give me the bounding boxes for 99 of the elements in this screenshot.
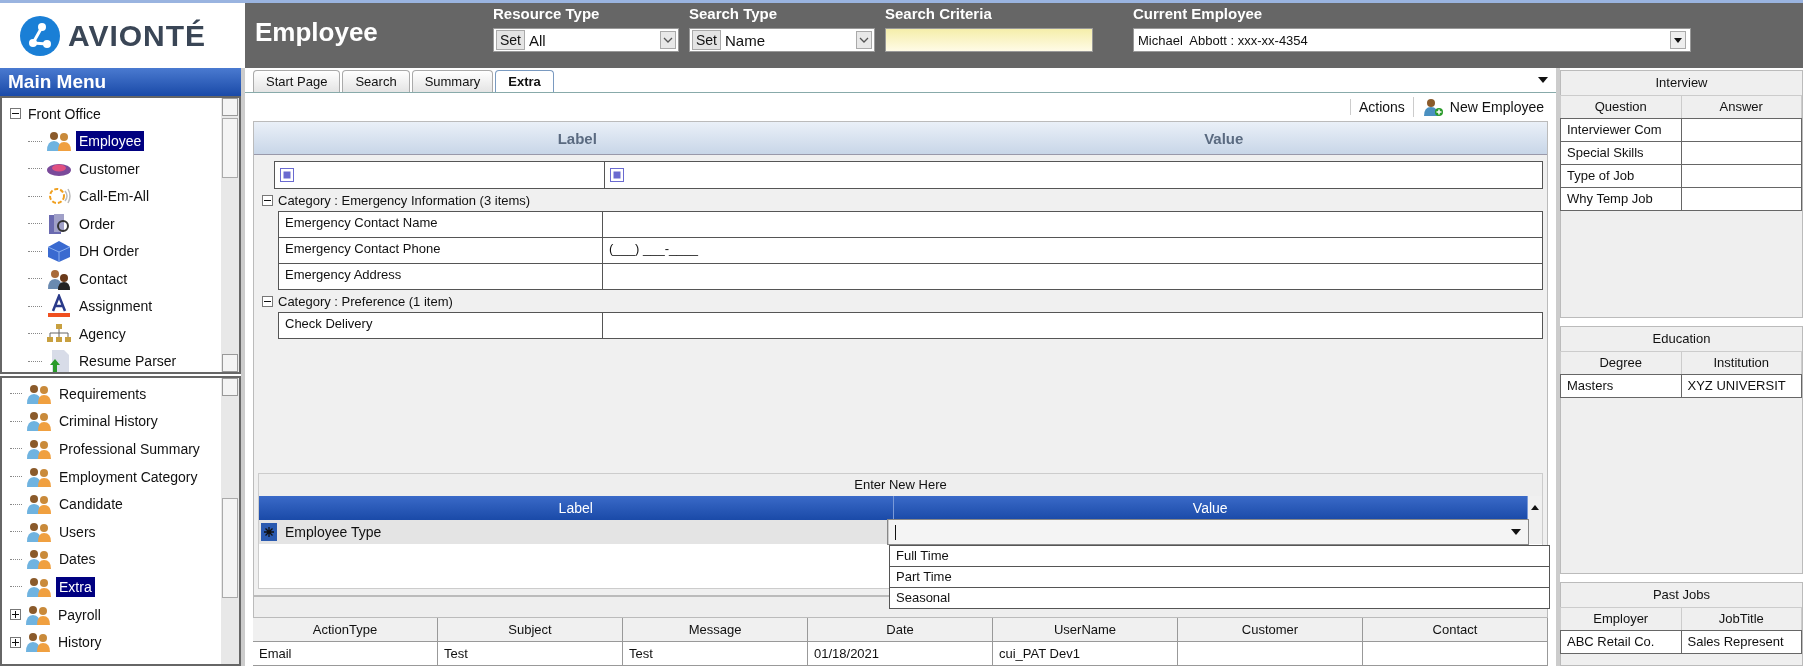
employee-select[interactable]: Michael Abbott : xxx-xx-4354: [1133, 28, 1691, 52]
logo-text: AVIONTÉ: [68, 18, 207, 53]
property-value[interactable]: (___) ___-____: [603, 238, 1542, 263]
column-header[interactable]: Contact: [1363, 618, 1548, 641]
table-cell: Why Temp Job: [1560, 187, 1682, 211]
expander-icon[interactable]: [10, 609, 21, 621]
page-title: Employee: [255, 17, 379, 48]
tree-item[interactable]: DH Order: [76, 241, 142, 262]
tree-item[interactable]: Extra: [56, 576, 95, 597]
people-icon: [26, 547, 52, 572]
dropdown-arrow-icon[interactable]: [1510, 527, 1522, 537]
tree-item[interactable]: Employee: [76, 131, 145, 152]
combo-value: Name: [725, 31, 767, 49]
tab[interactable]: Extra: [495, 70, 554, 92]
tree-item[interactable]: Assignment: [76, 296, 156, 317]
new-employee-button[interactable]: New Employee: [1412, 97, 1552, 117]
tree-item[interactable]: Order: [76, 213, 118, 234]
field-label: Current Employee: [1133, 6, 1264, 22]
table-cell: XYZ UNIVERSIT: [1680, 374, 1802, 398]
people-icon: [25, 630, 51, 655]
scrollbar[interactable]: [221, 98, 239, 372]
tree-item[interactable]: Professional Summary: [56, 439, 203, 459]
property-label: Emergency Contact Phone: [279, 238, 603, 263]
main-menu-header: Main Menu: [0, 68, 241, 96]
select-value: Michael Abbott : xxx-xx-4354: [1138, 32, 1309, 48]
filter-icon[interactable]: [610, 168, 624, 182]
dropdown-option[interactable]: Part Time: [890, 567, 1549, 588]
combo-box[interactable]: Set Name: [689, 28, 875, 52]
actions-button[interactable]: Actions: [1349, 99, 1413, 115]
column-header[interactable]: Customer: [1178, 618, 1363, 641]
combo-value: All: [529, 31, 547, 49]
set-button[interactable]: Set: [692, 30, 721, 50]
tab[interactable]: Summary: [411, 70, 494, 92]
filter-icon[interactable]: [280, 168, 294, 182]
field-label: Search Criteria: [885, 6, 993, 22]
dropdown-option[interactable]: Full Time: [890, 546, 1549, 567]
column-header[interactable]: Subject: [438, 618, 623, 641]
book-icon: [46, 211, 72, 236]
tree-item[interactable]: Resume Parser: [76, 351, 180, 372]
people-icon: [26, 492, 52, 517]
tree-item[interactable]: Candidate: [56, 494, 126, 515]
table-cell: cui_PAT Dev1: [993, 642, 1178, 665]
table-cell: Interviewer Com: [1560, 118, 1682, 142]
column-header[interactable]: Message: [623, 618, 808, 641]
table-cell: Test: [438, 642, 623, 665]
people-icon: [46, 129, 72, 154]
tree-item[interactable]: Dates: [56, 549, 99, 570]
tree-item[interactable]: Contact: [76, 268, 131, 289]
collapse-icon[interactable]: [262, 295, 273, 307]
tree-item[interactable]: Call-Em-All: [76, 186, 152, 207]
person-add-icon: [1421, 97, 1444, 117]
table-cell: Masters: [1560, 374, 1682, 398]
table-cell: 01/18/2021: [808, 642, 993, 665]
set-button[interactable]: Set: [496, 30, 525, 50]
tree-item[interactable]: Users: [56, 521, 99, 542]
search-criteria-field[interactable]: [885, 28, 1093, 52]
expander-icon[interactable]: [10, 636, 21, 648]
dropdown-option[interactable]: Seasonal: [890, 588, 1549, 608]
table-cell: Email: [253, 642, 438, 665]
table-cell: Test: [623, 642, 808, 665]
column-header[interactable]: Date: [808, 618, 993, 641]
people-icon: [26, 437, 52, 461]
tree-item[interactable]: Customer: [76, 158, 143, 179]
people-icon: [26, 409, 52, 434]
expander-icon[interactable]: [10, 108, 21, 120]
tree-item[interactable]: Requirements: [56, 383, 150, 404]
column-header[interactable]: Value: [900, 122, 1547, 154]
category-title: Category : Preference (1 item): [278, 293, 453, 309]
field-label: Search Type: [689, 6, 779, 22]
letter-icon: [46, 294, 72, 319]
tree-item[interactable]: Front Office: [25, 103, 104, 124]
scrollbar[interactable]: [221, 378, 239, 664]
property-label: Emergency Address: [279, 264, 603, 289]
tree-item[interactable]: Agency: [76, 323, 129, 344]
caret-icon[interactable]: [1538, 76, 1548, 84]
property-label: Emergency Contact Name: [279, 212, 603, 237]
field-label: Resource Type: [493, 6, 601, 22]
property-label: Check Delivery: [279, 313, 603, 338]
section-title: Enter New Here: [259, 474, 1542, 496]
table-cell: Type of Job: [1560, 164, 1682, 188]
table-cell: ABC Retail Co.: [1560, 630, 1682, 654]
tab[interactable]: Search: [342, 70, 410, 92]
collapse-icon[interactable]: [262, 194, 273, 206]
column-header[interactable]: ActionType: [253, 618, 438, 641]
logo-icon: [20, 15, 60, 56]
category-title: Category : Emergency Information (3 items): [278, 192, 531, 208]
tree-item[interactable]: Employment Category: [56, 466, 201, 487]
tree-item[interactable]: History: [55, 632, 105, 653]
row-label: Employee Type: [285, 524, 382, 540]
table-cell: Sales Represent: [1680, 630, 1802, 654]
tree-item[interactable]: Payroll: [55, 604, 104, 625]
new-row-icon: [261, 523, 277, 541]
table-cell: Special Skills: [1560, 141, 1682, 165]
combo-box[interactable]: Set All: [493, 28, 679, 52]
cube-icon: [46, 239, 72, 264]
tree-item[interactable]: Criminal History: [56, 411, 161, 432]
tab[interactable]: Start Page: [253, 70, 341, 92]
column-header[interactable]: Label: [254, 122, 901, 154]
column-header[interactable]: UserName: [993, 618, 1178, 641]
